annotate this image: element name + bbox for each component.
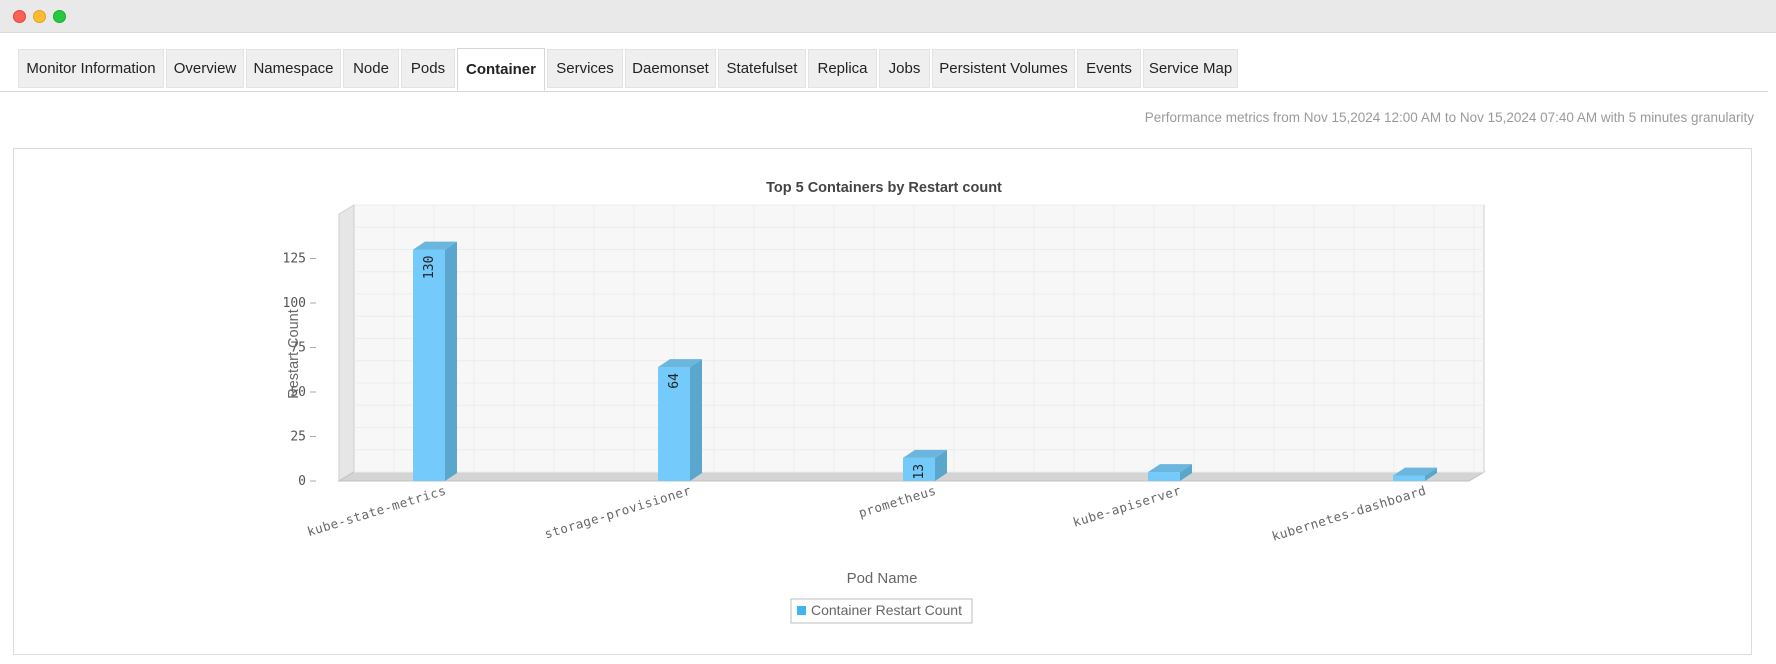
tab-container[interactable]: Container bbox=[457, 48, 545, 91]
bar-front bbox=[413, 249, 445, 481]
x-tick-label: kube-apiserver bbox=[1071, 483, 1183, 530]
tab-node[interactable]: Node bbox=[343, 49, 399, 88]
x-tick-label: storage-provisioner bbox=[543, 483, 693, 542]
x-axis-label: Pod Name bbox=[847, 570, 918, 587]
close-window-button[interactable] bbox=[13, 10, 26, 23]
bar-data-label: 64 bbox=[667, 373, 682, 389]
legend-swatch bbox=[797, 606, 806, 615]
bar-side bbox=[690, 359, 702, 481]
tab-namespace[interactable]: Namespace bbox=[246, 49, 341, 88]
bar-side bbox=[445, 241, 457, 481]
y-tick-label: 125 bbox=[283, 252, 306, 267]
tab-persistent-volumes[interactable]: Persistent Volumes bbox=[932, 49, 1075, 88]
legend-label: Container Restart Count bbox=[811, 602, 962, 618]
performance-range-text: Performance metrics from Nov 15,2024 12:… bbox=[1144, 110, 1754, 125]
bar-front bbox=[1148, 472, 1180, 481]
tab-services[interactable]: Services bbox=[547, 49, 623, 88]
tab-service-map[interactable]: Service Map bbox=[1143, 49, 1238, 88]
tab-events[interactable]: Events bbox=[1077, 49, 1141, 88]
y-tick-label: 100 bbox=[283, 296, 306, 311]
tab-pods[interactable]: Pods bbox=[401, 49, 455, 88]
y-tick-label: 0 bbox=[298, 474, 306, 489]
x-tick-label: kube-state-metrics bbox=[305, 483, 448, 540]
tab-statefulset[interactable]: Statefulset bbox=[718, 49, 806, 88]
bar-data-label: 13 bbox=[912, 464, 927, 480]
window-titlebar bbox=[0, 0, 1776, 33]
y-axis-label: Restart Count bbox=[286, 309, 302, 398]
x-tick-label: prometheus bbox=[857, 483, 938, 521]
maximize-window-button[interactable] bbox=[53, 10, 66, 23]
chart-panel: Top 5 Containers by Restart count 0 25 50 75… bbox=[13, 148, 1752, 655]
tab-monitor-information[interactable]: Monitor Information bbox=[18, 49, 164, 88]
restart-count-chart: Top 5 Containers by Restart count0255075… bbox=[283, 180, 1486, 624]
minimize-window-button[interactable] bbox=[33, 10, 46, 23]
tab-jobs[interactable]: Jobs bbox=[879, 49, 930, 88]
chart-left-wall bbox=[338, 204, 355, 482]
tab-replica[interactable]: Replica bbox=[808, 49, 877, 88]
tab-daemonset[interactable]: Daemonset bbox=[625, 49, 716, 88]
x-tick-label: kubernetes-dashboard bbox=[1270, 483, 1428, 544]
chart-title: Top 5 Containers by Restart count bbox=[766, 180, 1002, 196]
y-tick-label: 25 bbox=[290, 430, 306, 445]
bar-front bbox=[1393, 475, 1425, 481]
tab-bar: Monitor Information Overview Namespace Node… bbox=[18, 48, 1776, 92]
tab-overview[interactable]: Overview bbox=[166, 49, 244, 88]
bar-data-label: 130 bbox=[422, 256, 437, 279]
